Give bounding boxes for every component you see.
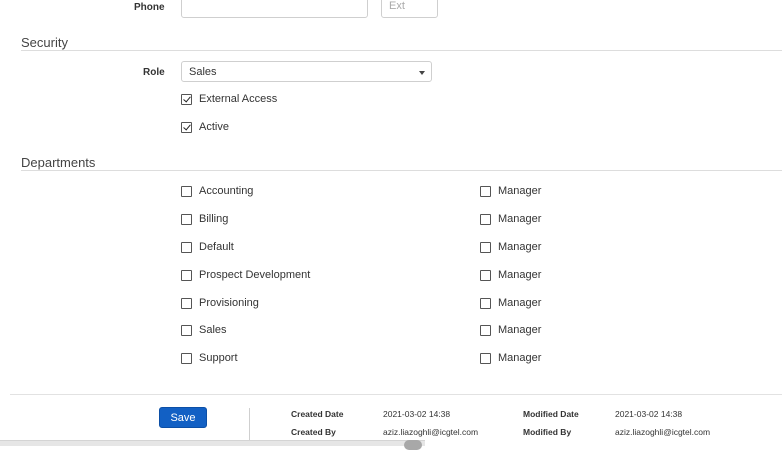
manager-checkbox[interactable] xyxy=(480,241,491,253)
active-checkbox[interactable] xyxy=(181,121,192,133)
phone-ext-input[interactable]: Ext xyxy=(381,0,438,18)
role-select-value: Sales xyxy=(189,65,217,78)
manager-checkbox[interactable] xyxy=(480,269,491,281)
active-label: Active xyxy=(199,121,229,133)
department-label: Accounting xyxy=(199,185,254,197)
department-label: Support xyxy=(199,352,238,364)
manager-label: Manager xyxy=(498,185,542,197)
modified-date-label: Modified Date xyxy=(523,409,579,419)
scrollbar-thumb[interactable] xyxy=(404,440,422,450)
manager-option-prospect-development[interactable]: Manager xyxy=(480,269,541,281)
section-divider-departments xyxy=(21,170,782,171)
horizontal-scrollbar[interactable] xyxy=(0,440,425,446)
external-access-checkbox[interactable] xyxy=(181,93,192,105)
manager-label: Manager xyxy=(498,269,542,281)
active-option[interactable]: Active xyxy=(181,121,229,133)
manager-label: Manager xyxy=(498,241,542,253)
manager-label: Manager xyxy=(498,324,542,336)
chevron-down-icon xyxy=(419,71,425,75)
role-label: Role xyxy=(143,67,165,78)
manager-option-billing[interactable]: Manager xyxy=(480,213,541,225)
department-label: Prospect Development xyxy=(199,269,311,281)
manager-checkbox[interactable] xyxy=(480,297,491,309)
external-access-label: External Access xyxy=(199,93,278,105)
modified-date-value: 2021-03-02 14:38 xyxy=(615,409,683,419)
department-option-prospect-development[interactable]: Prospect Development xyxy=(181,269,310,281)
section-title-security: Security xyxy=(21,35,68,50)
department-option-sales[interactable]: Sales xyxy=(181,324,227,336)
modified-by-value: aziz.liazoghli@icgtel.com xyxy=(615,427,711,437)
department-checkbox[interactable] xyxy=(181,213,192,225)
manager-checkbox[interactable] xyxy=(480,213,491,225)
section-divider-security xyxy=(21,50,782,51)
department-checkbox[interactable] xyxy=(181,297,192,309)
department-label: Sales xyxy=(199,324,227,336)
created-date-value: 2021-03-02 14:38 xyxy=(383,409,451,419)
manager-option-support[interactable]: Manager xyxy=(480,352,541,364)
manager-option-accounting[interactable]: Manager xyxy=(480,185,541,197)
department-checkbox[interactable] xyxy=(181,241,192,253)
manager-option-default[interactable]: Manager xyxy=(480,241,541,253)
department-checkbox[interactable] xyxy=(181,185,192,197)
created-by-label: Created By xyxy=(291,427,336,437)
manager-label: Manager xyxy=(498,213,542,225)
phone-input[interactable] xyxy=(181,0,368,18)
department-label: Default xyxy=(199,241,234,253)
department-label: Provisioning xyxy=(199,297,259,309)
manager-label: Manager xyxy=(498,297,542,309)
department-option-default[interactable]: Default xyxy=(181,241,234,253)
department-option-support[interactable]: Support xyxy=(181,352,238,364)
manager-checkbox[interactable] xyxy=(480,324,491,336)
department-checkbox[interactable] xyxy=(181,352,192,364)
department-option-provisioning[interactable]: Provisioning xyxy=(181,297,259,309)
modified-by-label: Modified By xyxy=(523,427,572,437)
phone-label: Phone xyxy=(134,2,165,13)
manager-checkbox[interactable] xyxy=(480,352,491,364)
department-label: Billing xyxy=(199,213,229,225)
manager-option-sales[interactable]: Manager xyxy=(480,324,541,336)
created-date-label: Created Date xyxy=(291,409,344,419)
external-access-option[interactable]: External Access xyxy=(181,93,277,105)
footer-divider xyxy=(10,394,782,395)
department-checkbox[interactable] xyxy=(181,324,192,336)
manager-checkbox[interactable] xyxy=(480,185,491,197)
manager-label: Manager xyxy=(498,352,542,364)
department-option-billing[interactable]: Billing xyxy=(181,213,228,225)
created-by-value: aziz.liazoghli@icgtel.com xyxy=(383,427,479,437)
department-option-accounting[interactable]: Accounting xyxy=(181,185,253,197)
manager-option-provisioning[interactable]: Manager xyxy=(480,297,541,309)
section-title-departments: Departments xyxy=(21,155,96,170)
role-select[interactable]: Sales xyxy=(181,61,432,82)
department-checkbox[interactable] xyxy=(181,269,192,281)
save-button[interactable]: Save xyxy=(159,407,207,428)
